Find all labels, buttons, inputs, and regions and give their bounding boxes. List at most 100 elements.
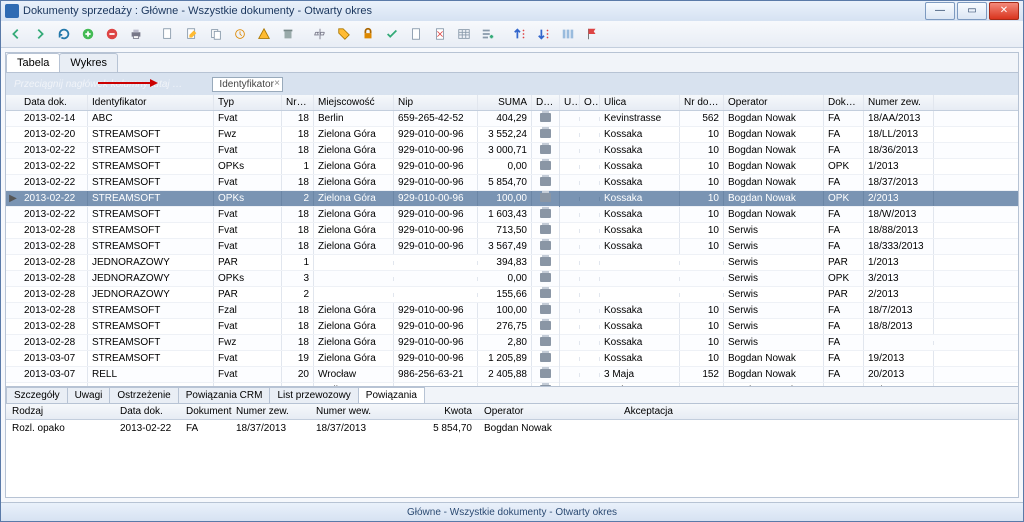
titlebar: Dokumenty sprzedaży : Główne - Wszystkie… [1,1,1023,21]
col-op[interactable]: Operator [724,95,824,110]
dcol-nw[interactable]: Numer wew. [310,404,410,419]
col-typ[interactable]: Typ [214,95,282,110]
printed-icon [540,129,551,138]
col-dok[interactable]: Dokument [824,95,864,110]
table-row[interactable]: 2013-02-28STREAMSOFTFvat18Zielona Góra92… [6,319,1018,335]
minimize-button[interactable]: — [925,2,955,20]
check-icon[interactable] [381,23,403,45]
table-row[interactable]: 2013-02-28JEDNORAZOWYOPKs30,00SerwisOPK3… [6,271,1018,287]
tab-wykres[interactable]: Wykres [59,53,118,72]
page-icon[interactable] [405,23,427,45]
col-nrd[interactable]: Nr domu [680,95,724,110]
main-toolbar [1,21,1023,48]
dcol-dok[interactable]: Dokument [180,404,230,419]
table-row[interactable]: 2013-02-22STREAMSOFTFvat18Zielona Góra92… [6,143,1018,159]
table-row[interactable]: 2013-02-28STREAMSOFTFvat18Zielona Góra92… [6,223,1018,239]
grid-body[interactable]: 2013-02-14ABCFvat18Berlin659-265-42-5240… [6,111,1018,386]
detail-panel: Szczegóły Uwagi Ostrzeżenie Powiązania C… [6,386,1018,497]
view-tabs: Tabela Wykres [6,53,1018,73]
table-row[interactable]: 2013-03-07STREAMSOFTFvat19Zielona Góra92… [6,351,1018,367]
col-miej[interactable]: Miejscowość [314,95,394,110]
status-text: Główne - Wszystkie dokumenty - Otwarty o… [407,507,617,518]
columns-icon[interactable] [557,23,579,45]
new-doc-icon[interactable] [157,23,179,45]
col-ul[interactable]: Ulica [600,95,680,110]
maximize-button[interactable]: ▭ [957,2,987,20]
refresh-icon[interactable] [53,23,75,45]
printed-icon [540,273,551,282]
dcol-nz[interactable]: Numer zew. [230,404,310,419]
table-row[interactable]: 2013-02-22STREAMSOFTFvat18Zielona Góra92… [6,175,1018,191]
col-nr[interactable]: Nr dok. [282,95,314,110]
window-title: Dokumenty sprzedaży : Główne - Wszystkie… [23,5,925,17]
warn-icon[interactable] [253,23,275,45]
table-row[interactable]: 2013-02-22STREAMSOFTFvat18Zielona Góra92… [6,207,1018,223]
table-row[interactable]: 2013-02-22STREAMSOFTOPKs1Zielona Góra929… [6,159,1018,175]
grid-header: Data dok. Identyfikator Typ Nr dok. Miej… [6,95,1018,111]
dtab-powiazania[interactable]: Powiązania [358,387,425,403]
col-druk[interactable]: Druko [532,95,560,110]
close-doc-icon[interactable] [429,23,451,45]
balance-icon[interactable] [309,23,331,45]
col-ost[interactable]: Ost. [580,95,600,110]
print-icon[interactable] [125,23,147,45]
history-icon[interactable] [229,23,251,45]
printed-icon [540,113,551,122]
col-nip[interactable]: Nip [394,95,478,110]
table-row[interactable]: 2013-02-14ABCFvat18Berlin659-265-42-5240… [6,111,1018,127]
printed-icon [540,225,551,234]
arrow-icon [98,77,158,89]
delete-icon[interactable] [101,23,123,45]
detail-header: Rodzaj Data dok. Dokument Numer zew. Num… [6,404,1018,420]
tag-icon[interactable] [333,23,355,45]
col-nz[interactable]: Numer zew. [864,95,934,110]
table-row[interactable]: 2013-02-28STREAMSOFTFvat18Zielona Góra92… [6,239,1018,255]
close-button[interactable]: ✕ [989,2,1019,20]
group-chip[interactable]: Identyfikator [212,77,282,92]
table-row[interactable]: ▶2013-02-22STREAMSOFTOPKs2Zielona Góra92… [6,191,1018,207]
dtab-szczegoly[interactable]: Szczegóły [6,387,68,403]
app-icon [5,4,19,18]
dcol-op[interactable]: Operator [478,404,618,419]
forward-icon[interactable] [29,23,51,45]
back-icon[interactable] [5,23,27,45]
edit-doc-icon[interactable] [181,23,203,45]
dcol-rodzaj[interactable]: Rodzaj [6,404,114,419]
status-bar: Główne - Wszystkie dokumenty - Otwarty o… [1,502,1023,521]
col-id[interactable]: Identyfikator [88,95,214,110]
printed-icon [540,321,551,330]
col-data[interactable]: Data dok. [20,95,88,110]
table-row[interactable]: 2013-02-28STREAMSOFTFwz18Zielona Góra929… [6,335,1018,351]
table-row[interactable]: 2013-02-20STREAMSOFTFwz18Zielona Góra929… [6,127,1018,143]
col-suma[interactable]: SUMA [478,95,532,110]
grid-icon[interactable] [453,23,475,45]
printed-icon [540,337,551,346]
table-row[interactable]: 2013-02-28JEDNORAZOWYPAR1394,83SerwisPAR… [6,255,1018,271]
dcol-ak[interactable]: Akceptacja [618,404,698,419]
printed-icon [540,161,551,170]
tab-tabela[interactable]: Tabela [6,53,60,72]
dtab-list[interactable]: List przewozowy [269,387,358,403]
dcol-data[interactable]: Data dok. [114,404,180,419]
table-row[interactable]: 2013-03-07RELLFvat20Wrocław986-256-63-21… [6,367,1018,383]
dtab-ostrzezenie[interactable]: Ostrzeżenie [109,387,178,403]
add-icon[interactable] [77,23,99,45]
col-uwa[interactable]: Uwa [560,95,580,110]
printed-icon [540,193,551,202]
dcol-kwota[interactable]: Kwota [410,404,478,419]
app-window: Dokumenty sprzedaży : Główne - Wszystkie… [0,0,1024,522]
sort-asc-icon[interactable] [509,23,531,45]
flag-icon[interactable] [581,23,603,45]
detail-row[interactable]: Rozl. opako 2013-02-22 FA 18/37/2013 18/… [6,420,1018,437]
trash-icon[interactable] [277,23,299,45]
printed-icon [540,385,551,387]
dtab-uwagi[interactable]: Uwagi [67,387,111,403]
sort-desc-icon[interactable] [533,23,555,45]
copy-icon[interactable] [205,23,227,45]
lock-icon[interactable] [357,23,379,45]
table-row[interactable]: 2013-02-28JEDNORAZOWYPAR2155,66SerwisPAR… [6,287,1018,303]
table-row[interactable]: 2013-02-28STREAMSOFTFzal18Zielona Góra92… [6,303,1018,319]
list-plus-icon[interactable] [477,23,499,45]
dtab-crm[interactable]: Powiązania CRM [178,387,271,403]
group-bar[interactable]: Przeciągnij nagłówek kolumny tutaj … Ide… [6,73,1018,95]
